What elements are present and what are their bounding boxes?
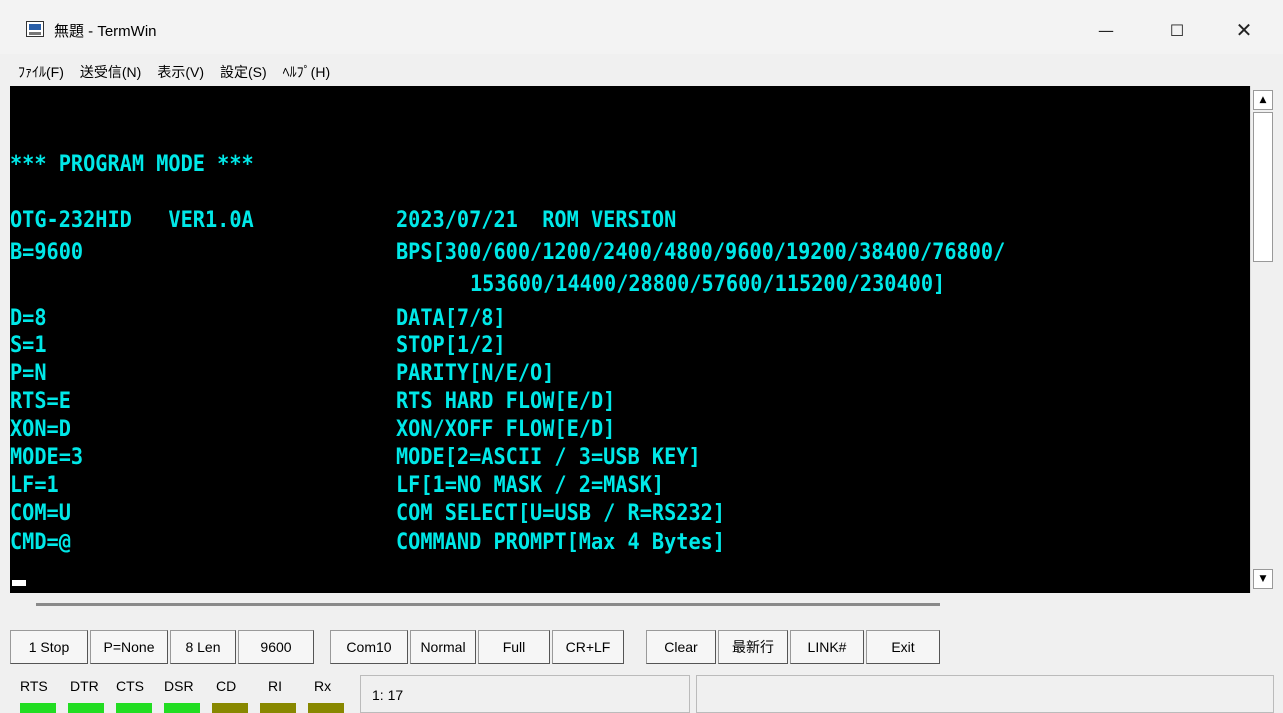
setting-parity: P=N: [10, 361, 47, 386]
setting-baud: B=9600: [10, 240, 84, 265]
signal-label-dsr: DSR: [164, 678, 194, 694]
exit-button[interactable]: Exit: [866, 630, 940, 664]
desc-mode: MODE[2=ASCII / 3=USB KEY]: [396, 445, 701, 470]
vertical-scrollbar[interactable]: ▲ ▼: [1250, 86, 1274, 593]
baud-rate-button[interactable]: 9600: [238, 630, 314, 664]
signal-label-rx: Rx: [314, 678, 332, 694]
parity-button[interactable]: P=None: [90, 630, 168, 664]
stop-bits-button[interactable]: 1 Stop: [10, 630, 88, 664]
setting-com: COM=U: [10, 501, 71, 526]
signal-label-cd: CD: [216, 678, 237, 694]
setting-cmd: CMD=@: [10, 530, 71, 555]
menu-help[interactable]: ﾍﾙﾌﾟ(H): [275, 58, 338, 84]
setting-lf: LF=1: [10, 473, 59, 498]
com-port-button[interactable]: Com10: [330, 630, 408, 664]
link-button[interactable]: LINK#: [790, 630, 864, 664]
status-panel-position: [360, 675, 690, 713]
desc-parity: PARITY[N/E/O]: [396, 361, 555, 386]
display-mode-button[interactable]: Normal: [410, 630, 476, 664]
led-rts: [20, 703, 56, 713]
signal-label-ri: RI: [268, 678, 282, 694]
desc-data: DATA[7/8]: [396, 306, 506, 331]
minimize-button[interactable]: —: [1081, 12, 1131, 48]
terminal-version-right: 2023/07/21 ROM VERSION: [396, 208, 677, 233]
led-rx: [308, 703, 344, 713]
desc-xon: XON/XOFF FLOW[E/D]: [396, 417, 616, 442]
menu-file[interactable]: ﾌｧｲﾙ(F): [10, 58, 72, 84]
text-cursor: [12, 580, 26, 586]
signal-label-cts: CTS: [116, 678, 144, 694]
window-title: 無題 - TermWin: [54, 23, 157, 40]
data-length-button[interactable]: 8 Len: [170, 630, 236, 664]
duplex-button[interactable]: Full: [478, 630, 550, 664]
close-button[interactable]: ✕: [1219, 12, 1269, 48]
terminal-header: *** PROGRAM MODE ***: [10, 152, 254, 177]
line-ending-button[interactable]: CR+LF: [552, 630, 624, 664]
horizontal-scroll-area: [10, 593, 1274, 619]
latest-line-button[interactable]: 最新行: [718, 630, 788, 664]
horizontal-scroll-track[interactable]: [36, 603, 940, 606]
title-bar[interactable]: 無題 - TermWin — ☐ ✕: [0, 0, 1283, 54]
menu-bar: ﾌｧｲﾙ(F) 送受信(N) 表示(V) 設定(S) ﾍﾙﾌﾟ(H): [0, 58, 1283, 84]
scroll-down-arrow-icon[interactable]: ▼: [1253, 569, 1273, 589]
menu-send-receive[interactable]: 送受信(N): [72, 58, 149, 84]
led-ri: [260, 703, 296, 713]
led-cd: [212, 703, 248, 713]
setting-mode: MODE=3: [10, 445, 84, 470]
desc-lf: LF[1=NO MASK / 2=MASK]: [396, 473, 665, 498]
signal-label-rts: RTS: [20, 678, 48, 694]
desc-stop: STOP[1/2]: [396, 333, 506, 358]
terminal-output[interactable]: *** PROGRAM MODE *** OTG-232HID VER1.0A …: [10, 86, 1250, 593]
setting-data: D=8: [10, 306, 47, 331]
setting-rts: RTS=E: [10, 389, 71, 414]
led-dtr: [68, 703, 104, 713]
status-bar: RTS DTR CTS DSR CD RI Rx 1: 17: [10, 673, 1274, 713]
menu-settings[interactable]: 設定(S): [212, 58, 275, 84]
scroll-up-arrow-icon[interactable]: ▲: [1253, 90, 1273, 110]
desc-cmd: COMMAND PROMPT[Max 4 Bytes]: [396, 530, 726, 555]
setting-xon: XON=D: [10, 417, 71, 442]
desc-baud-cont: 153600/14400/28800/57600/115200/230400]: [470, 272, 946, 297]
led-cts: [116, 703, 152, 713]
scroll-thumb[interactable]: [1253, 112, 1273, 262]
terminal-version-left: OTG-232HID VER1.0A: [10, 208, 254, 233]
desc-com: COM SELECT[U=USB / R=RS232]: [396, 501, 726, 526]
termwin-app-icon[interactable]: [26, 21, 44, 37]
status-panel-info: [696, 675, 1274, 713]
maximize-button[interactable]: ☐: [1152, 12, 1202, 48]
signal-label-dtr: DTR: [70, 678, 99, 694]
desc-baud: BPS[300/600/1200/2400/4800/9600/19200/38…: [396, 240, 1006, 265]
led-dsr: [164, 703, 200, 713]
cursor-position: 1: 17: [372, 687, 404, 703]
setting-stop: S=1: [10, 333, 47, 358]
desc-rts: RTS HARD FLOW[E/D]: [396, 389, 616, 414]
menu-view[interactable]: 表示(V): [149, 58, 212, 84]
clear-button[interactable]: Clear: [646, 630, 716, 664]
